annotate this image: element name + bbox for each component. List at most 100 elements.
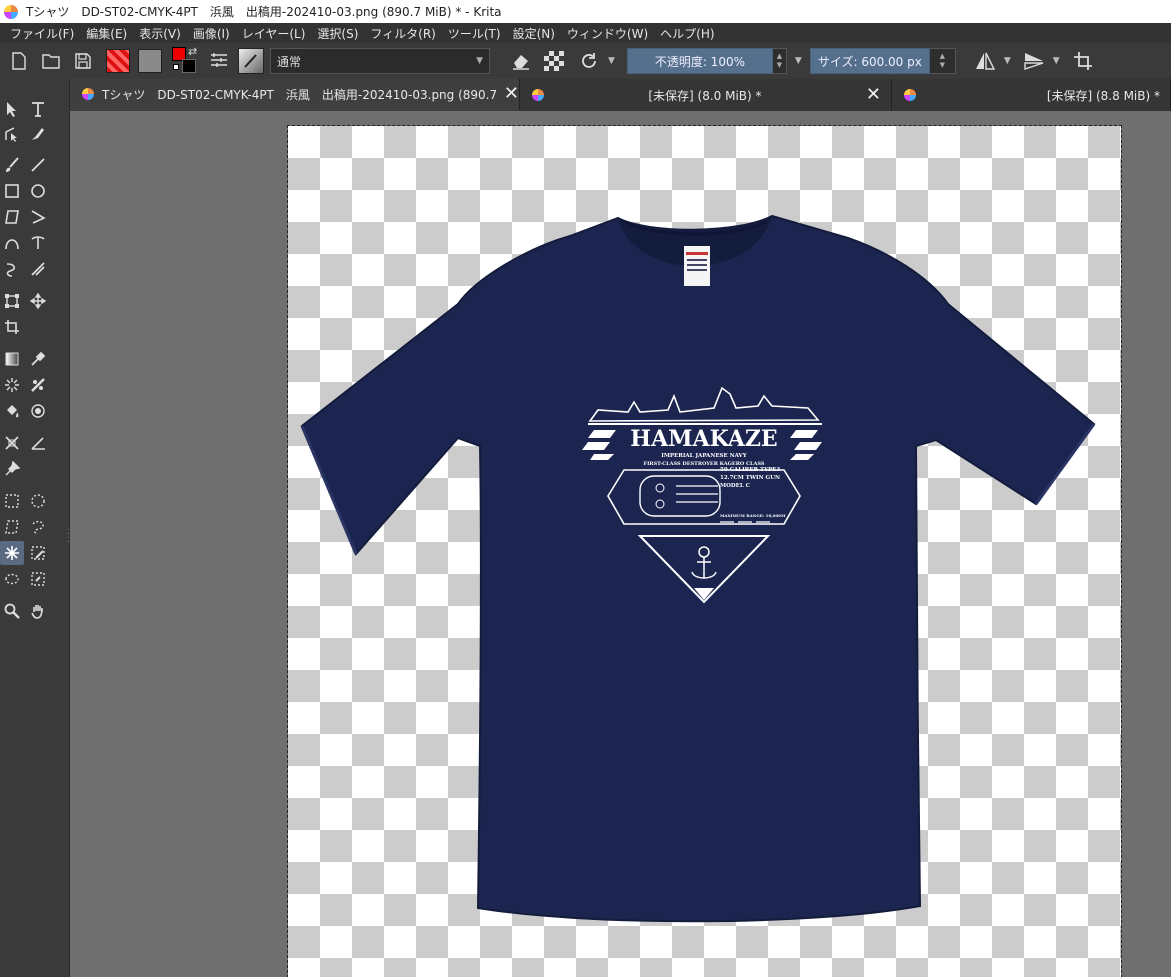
rectangular-selection-tool-icon[interactable] bbox=[0, 489, 24, 513]
opacity-label: 不透明度: 100% bbox=[654, 54, 745, 69]
gun-spec-1: 50 CALIBER TYPE3 bbox=[720, 467, 780, 473]
close-icon[interactable]: ✕ bbox=[866, 86, 881, 104]
tab-title: [未保存] (8.8 MiB) * bbox=[1046, 88, 1160, 103]
krita-document-icon bbox=[82, 88, 94, 100]
menu-image[interactable]: 画像(I) bbox=[187, 25, 236, 42]
freehand-selection-tool-icon[interactable] bbox=[26, 515, 50, 539]
reference-pin-tool-icon[interactable] bbox=[0, 457, 24, 481]
move-tool-icon[interactable] bbox=[26, 289, 50, 313]
krita-icon bbox=[4, 4, 18, 19]
dynamic-brush-tool-icon[interactable] bbox=[0, 257, 24, 281]
gradient-tool-icon[interactable] bbox=[0, 347, 24, 371]
polyline-tool-icon[interactable] bbox=[26, 205, 50, 229]
wrap-around-icon[interactable] bbox=[1070, 48, 1096, 74]
foreground-background-color-selector[interactable]: ⇄ bbox=[172, 45, 200, 75]
title-bar: Tシャツ DD-ST02-CMYK-4PT 浜風 出稿用-202410-03.p… bbox=[0, 0, 1171, 23]
size-slider[interactable]: サイズ: 600.00 px bbox=[809, 48, 930, 74]
tab-document-3[interactable]: [未保存] (8.8 MiB) * bbox=[892, 79, 1171, 111]
menu-settings[interactable]: 設定(N) bbox=[507, 25, 561, 42]
reset-colors-icon[interactable] bbox=[173, 64, 179, 70]
tab-title: Tシャツ DD-ST02-CMYK-4PT 浜風 出稿用-202410-03.p… bbox=[102, 87, 496, 102]
close-icon[interactable]: ✕ bbox=[504, 85, 519, 103]
design-title: HAMAKAZE bbox=[630, 426, 777, 452]
canvas-area[interactable]: HAMAKAZE IMPERIAL JAPANESE NAVY FIRST-CL… bbox=[71, 111, 1171, 977]
menu-select[interactable]: 選択(S) bbox=[311, 25, 364, 42]
tab-title: [未保存] (8.0 MiB) * bbox=[648, 88, 762, 103]
contiguous-selection-tool-icon[interactable] bbox=[0, 541, 24, 565]
ellipse-tool-icon[interactable] bbox=[26, 179, 50, 203]
opacity-slider[interactable]: 不透明度: 100% bbox=[626, 48, 773, 74]
freehand-path-tool-icon[interactable] bbox=[26, 231, 50, 255]
enclose-and-fill-tool-icon[interactable] bbox=[26, 399, 50, 423]
tab-document-2[interactable]: [未保存] (8.0 MiB) * ✕ bbox=[520, 79, 892, 111]
polygonal-selection-tool-icon[interactable] bbox=[0, 515, 24, 539]
mirror-vertical-icon[interactable] bbox=[1021, 48, 1047, 74]
swap-colors-icon[interactable]: ⇄ bbox=[188, 45, 197, 58]
freehand-brush-tool-icon[interactable] bbox=[0, 153, 24, 177]
polygon-tool-icon[interactable] bbox=[0, 205, 24, 229]
alpha-lock-icon[interactable] bbox=[544, 51, 564, 71]
document-canvas[interactable]: HAMAKAZE IMPERIAL JAPANESE NAVY FIRST-CL… bbox=[287, 125, 1122, 977]
text-tool-icon[interactable] bbox=[26, 97, 50, 121]
opacity-spinner[interactable]: ▲ ▼ bbox=[772, 48, 787, 74]
multibrush-tool-icon[interactable] bbox=[26, 257, 50, 281]
menu-help[interactable]: ヘルプ(H) bbox=[654, 25, 720, 42]
menu-window[interactable]: ウィンドウ(W) bbox=[561, 25, 654, 42]
chevron-down-icon[interactable]: ▼ bbox=[1053, 56, 1060, 66]
size-spinner[interactable]: ▲ ▼ bbox=[929, 48, 956, 74]
select-shapes-tool-icon[interactable] bbox=[0, 97, 24, 121]
krita-document-icon bbox=[532, 89, 544, 101]
crop-tool-icon[interactable] bbox=[0, 315, 24, 339]
krita-document-icon bbox=[904, 89, 916, 101]
zoom-tool-icon[interactable] bbox=[0, 599, 24, 623]
angle-measure-tool-icon[interactable] bbox=[26, 431, 50, 455]
calligraphy-tool-icon[interactable] bbox=[26, 122, 50, 146]
gun-spec-2: 12.7CM TWIN GUN bbox=[720, 475, 780, 481]
mirror-horizontal-icon[interactable] bbox=[972, 48, 998, 74]
reload-preset-icon[interactable] bbox=[576, 48, 602, 74]
rectangle-tool-icon[interactable] bbox=[0, 179, 24, 203]
max-range-text: MAXIMUM RANGE: 18,000M bbox=[720, 513, 786, 518]
transform-tool-icon[interactable] bbox=[0, 289, 24, 313]
similar-color-selection-tool-icon[interactable] bbox=[26, 541, 50, 565]
magnetic-selection-tool-icon[interactable] bbox=[26, 567, 50, 591]
tab-document-1[interactable]: Tシャツ DD-ST02-CMYK-4PT 浜風 出稿用-202410-03.p… bbox=[70, 79, 520, 111]
assistant-tool-icon[interactable] bbox=[26, 373, 50, 397]
menu-view[interactable]: 表示(V) bbox=[133, 25, 187, 42]
line-tool-icon[interactable] bbox=[26, 153, 50, 177]
window-title: Tシャツ DD-ST02-CMYK-4PT 浜風 出稿用-202410-03.p… bbox=[26, 5, 502, 19]
size-label: サイズ: 600.00 px bbox=[817, 54, 922, 69]
bezier-curve-tool-icon[interactable] bbox=[0, 231, 24, 255]
menu-layer[interactable]: レイヤー(L) bbox=[236, 25, 312, 42]
gun-spec-3: MODEL C bbox=[720, 483, 751, 489]
new-document-icon[interactable] bbox=[6, 48, 32, 74]
eraser-icon[interactable] bbox=[508, 48, 534, 74]
gradient-preset-swatch[interactable] bbox=[106, 49, 130, 73]
elliptical-selection-tool-icon[interactable] bbox=[26, 489, 50, 513]
open-folder-icon[interactable] bbox=[38, 48, 64, 74]
toolbox: · · · · bbox=[0, 79, 70, 977]
pattern-preset-swatch[interactable] bbox=[138, 49, 162, 73]
menu-filter[interactable]: フィルタ(R) bbox=[364, 25, 441, 42]
edit-shapes-tool-icon[interactable] bbox=[0, 122, 24, 146]
blend-mode-select[interactable]: 通常 ▼ bbox=[270, 48, 490, 74]
save-icon[interactable] bbox=[70, 48, 96, 74]
measure-tool-icon[interactable] bbox=[0, 431, 24, 455]
menu-edit[interactable]: 編集(E) bbox=[80, 25, 133, 42]
tshirt-body bbox=[300, 214, 1096, 923]
chevron-down-icon[interactable]: ▼ bbox=[608, 56, 615, 66]
brush-preset-icon[interactable] bbox=[238, 48, 264, 74]
toolbox-resize-grip[interactable]: · · · · bbox=[67, 526, 70, 548]
menu-tools[interactable]: ツール(T) bbox=[442, 25, 507, 42]
menu-file[interactable]: ファイル(F) bbox=[4, 25, 80, 42]
fill-tool-icon[interactable] bbox=[0, 399, 24, 423]
color-picker-tool-icon[interactable] bbox=[26, 347, 50, 371]
main-toolbar: ⇄ 通常 ▼ ▼ 不透明度: 100% ▲ ▼ ▼ サイズ: 600.00 px … bbox=[0, 43, 1171, 79]
brush-settings-icon[interactable] bbox=[206, 48, 232, 74]
bezier-selection-tool-icon[interactable] bbox=[0, 567, 24, 591]
chevron-down-icon[interactable]: ▼ bbox=[795, 56, 802, 66]
smart-patch-tool-icon[interactable] bbox=[0, 373, 24, 397]
background-color[interactable] bbox=[182, 59, 196, 73]
chevron-down-icon[interactable]: ▼ bbox=[1004, 56, 1011, 66]
pan-tool-icon[interactable] bbox=[26, 599, 50, 623]
